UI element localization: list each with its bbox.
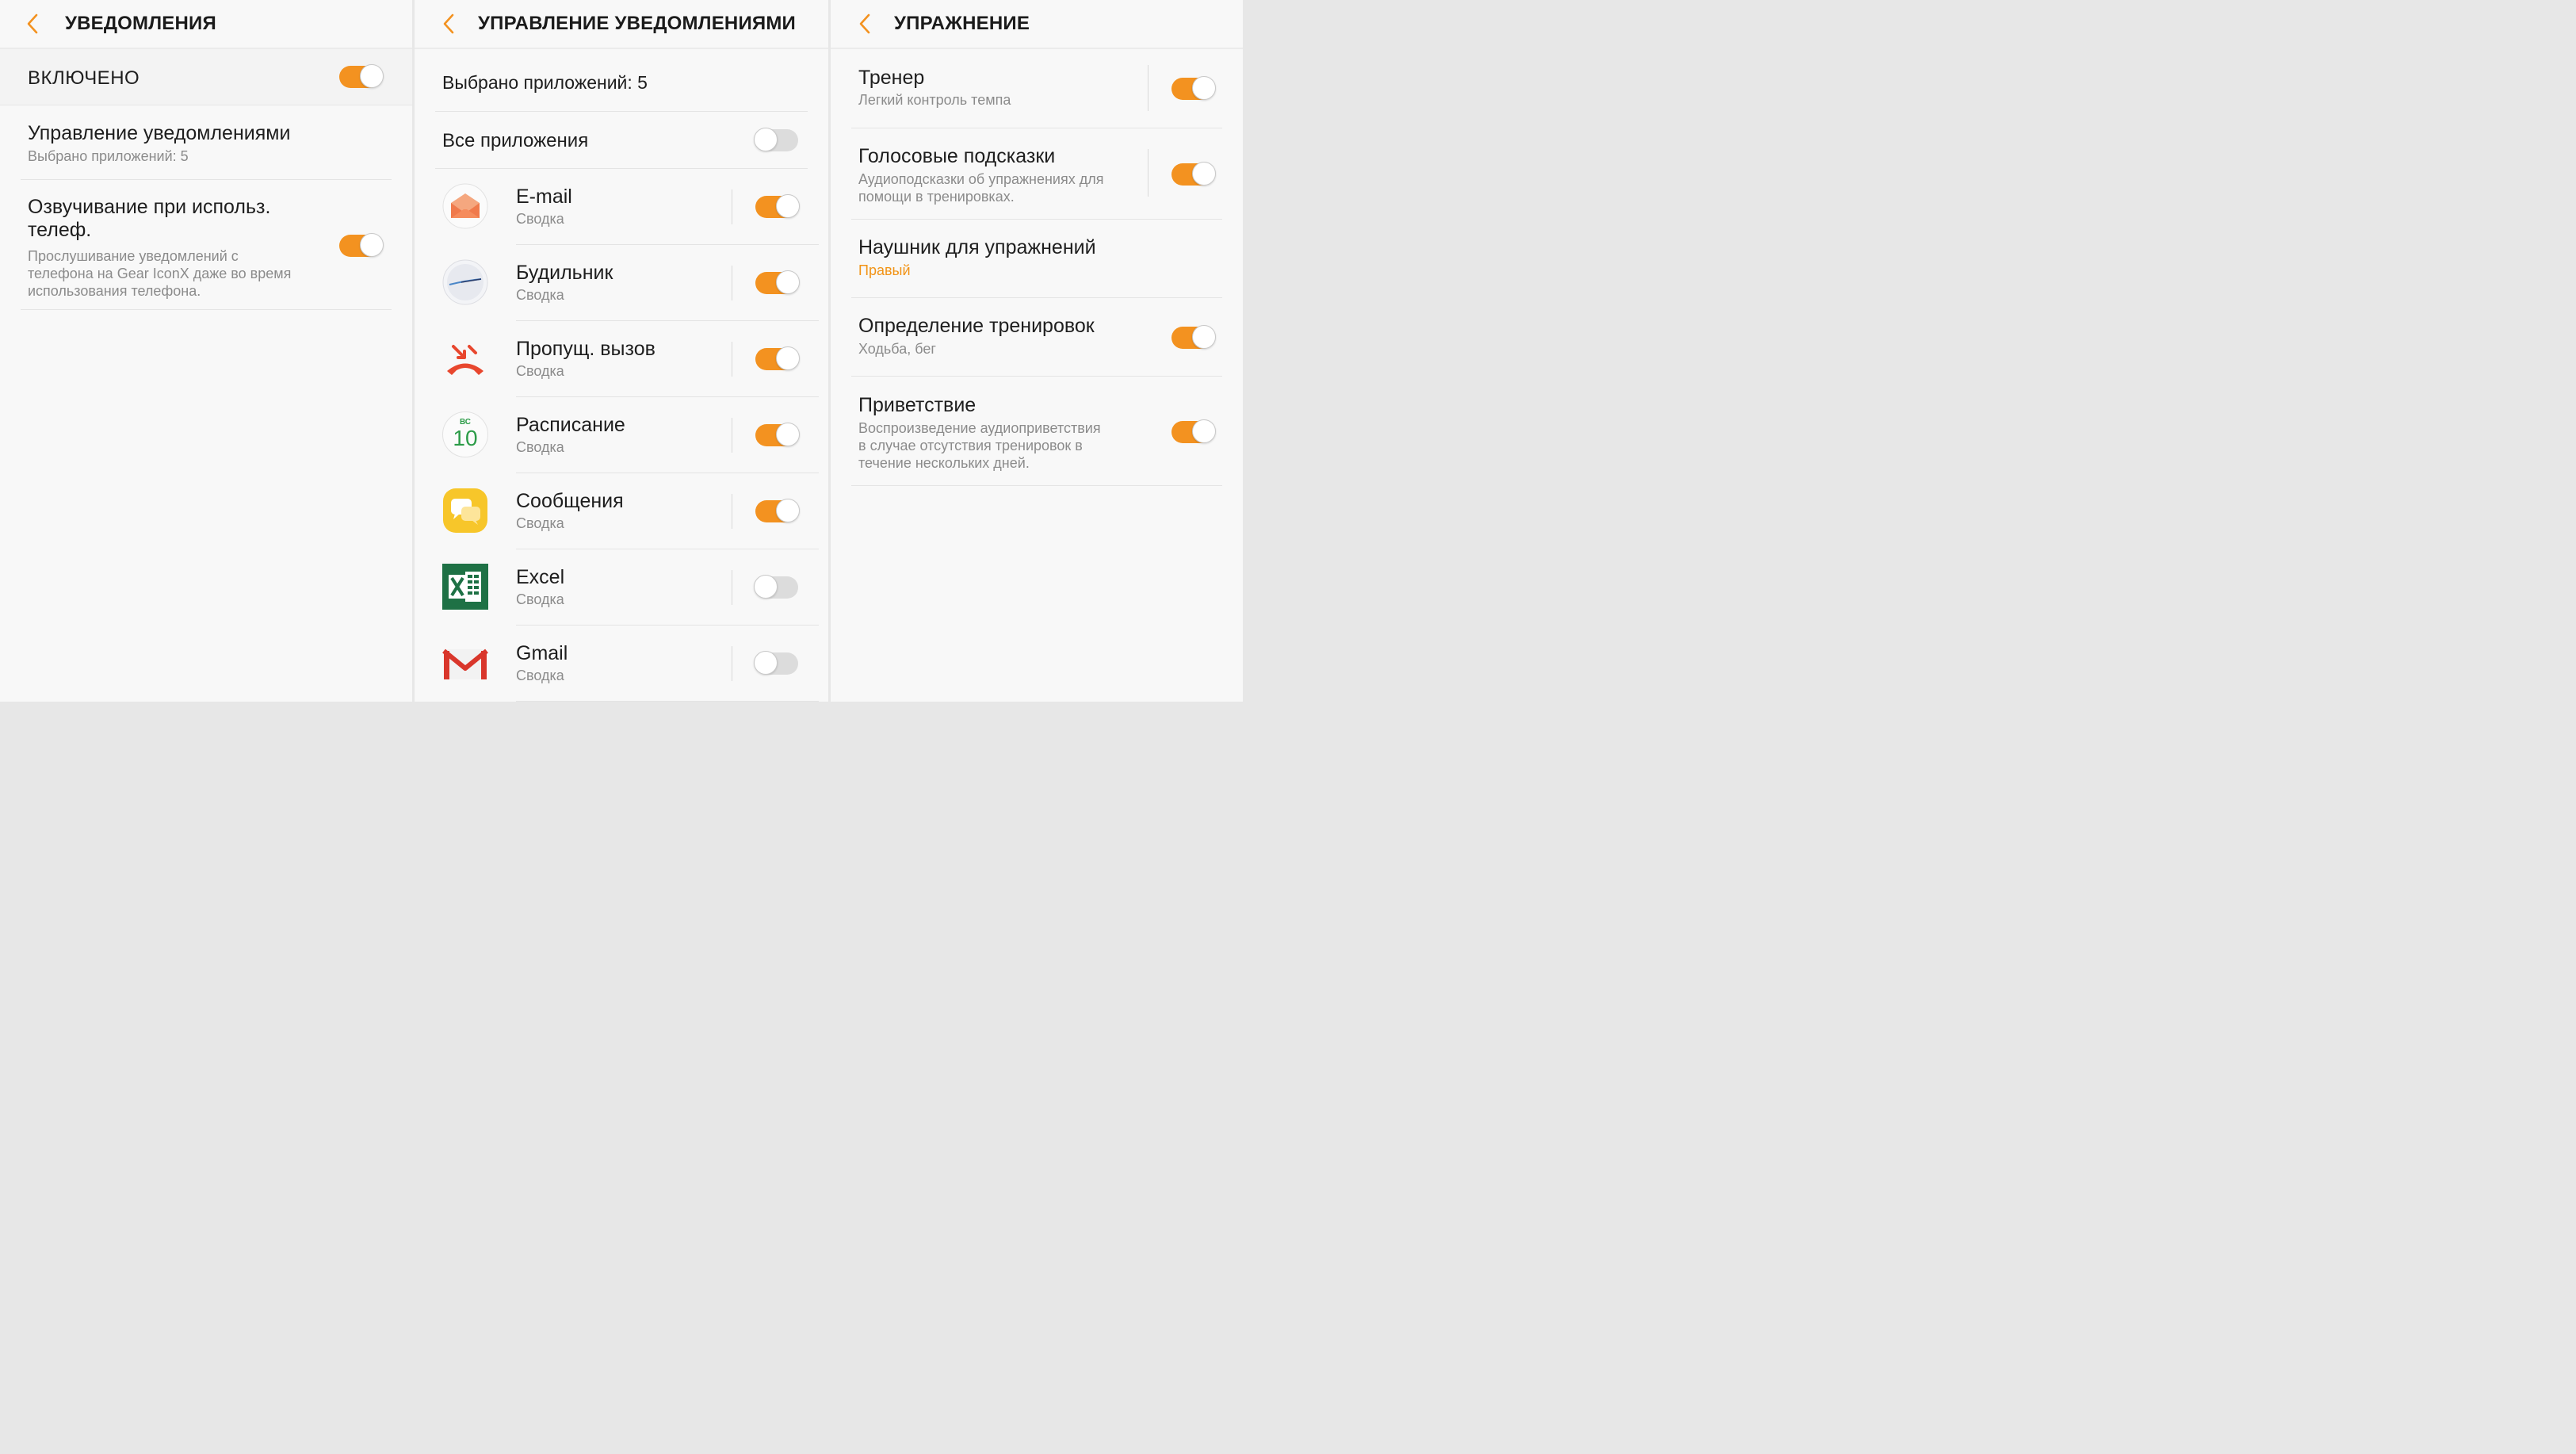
app-row-alarm[interactable]: Будильник Сводка	[415, 245, 828, 321]
app-bar: УПРАВЛЕНИЕ УВЕДОМЛЕНИЯМИ	[415, 0, 828, 49]
app-toggle-alarm[interactable]	[755, 270, 800, 294]
calendar-icon: ВС 10	[442, 411, 488, 457]
detect-subtitle: Ходьба, бег	[858, 341, 936, 357]
app-row-missed-call[interactable]: Пропущ. вызов Сводка	[415, 321, 828, 397]
voice-hints-item[interactable]: Голосовые подсказки Аудиоподсказки об уп…	[831, 129, 1243, 220]
app-toggle-calendar[interactable]	[755, 423, 800, 446]
voice-title: Голосовые подсказки	[858, 145, 1056, 167]
messages-icon	[442, 488, 488, 534]
app-name: Сообщения	[516, 490, 624, 512]
speak-title-line2: телеф.	[28, 219, 92, 241]
app-toggle-email[interactable]	[755, 194, 800, 218]
back-button[interactable]	[21, 13, 44, 34]
notifications-screen: УВЕДОМЛЕНИЯ ВКЛЮЧЕНО Управление уведомле…	[0, 0, 412, 702]
manage-notifications-title: Управление уведомлениями	[28, 122, 291, 144]
divider	[851, 219, 1222, 220]
selected-count: Выбрано приложений: 5	[442, 72, 648, 93]
chevron-left-icon	[859, 13, 870, 34]
manage-notifications-subtitle: Выбрано приложений: 5	[28, 148, 189, 164]
earbud-value: Правый	[858, 262, 911, 278]
app-subtitle: Сводка	[516, 211, 564, 227]
detect-toggle[interactable]	[1171, 325, 1216, 349]
manage-notifications-screen: УПРАВЛЕНИЕ УВЕДОМЛЕНИЯМИ Выбрано приложе…	[415, 0, 828, 702]
calendar-date: 10	[453, 426, 478, 450]
speak-title-line1: Озвучивание при использ.	[28, 196, 271, 218]
app-subtitle: Сводка	[516, 591, 564, 607]
alarm-icon	[442, 259, 488, 305]
coach-title: Тренер	[858, 67, 925, 89]
detect-title: Определение тренировок	[858, 315, 1095, 337]
master-toggle[interactable]	[339, 64, 384, 88]
divider	[851, 376, 1222, 377]
voice-desc-line2: помощи в тренировках.	[858, 189, 1015, 205]
app-row-excel[interactable]: Excel Сводка	[415, 549, 828, 626]
chevron-left-icon	[27, 13, 38, 34]
app-toggle-gmail[interactable]	[754, 651, 798, 675]
app-name: E-mail	[516, 186, 572, 208]
app-toggle-excel[interactable]	[754, 575, 798, 599]
app-toggle-missed-call[interactable]	[755, 346, 800, 370]
app-subtitle: Сводка	[516, 515, 564, 531]
coach-subtitle: Легкий контроль темпа	[858, 92, 1011, 108]
app-bar: УВЕДОМЛЕНИЯ	[0, 0, 412, 49]
divider	[851, 485, 1222, 486]
greeting-desc-line1: Воспроизведение аудиоприветствия	[858, 420, 1101, 436]
back-button[interactable]	[437, 13, 461, 34]
missed-call-icon	[442, 335, 488, 381]
app-row-calendar[interactable]: ВС 10 Расписание Сводка	[415, 397, 828, 473]
speak-desc-line2: телефона на Gear IconX даже во время	[28, 266, 292, 281]
app-bar: УПРАЖНЕНИЕ	[831, 0, 1243, 49]
app-subtitle: Сводка	[516, 668, 564, 683]
app-name: Gmail	[516, 642, 568, 664]
back-button[interactable]	[853, 13, 877, 34]
app-name: Расписание	[516, 414, 625, 436]
voice-toggle[interactable]	[1171, 162, 1216, 186]
email-icon	[442, 183, 488, 229]
gmail-icon	[442, 640, 488, 686]
app-name: Будильник	[516, 262, 613, 284]
manage-notifications-item[interactable]: Управление уведомлениями Выбрано приложе…	[0, 105, 412, 180]
greeting-toggle[interactable]	[1171, 419, 1216, 443]
workout-detection-item[interactable]: Определение тренировок Ходьба, бег	[831, 299, 1243, 377]
excel-icon	[442, 564, 488, 610]
app-subtitle: Сводка	[516, 287, 564, 303]
all-apps-label: Все приложения	[442, 130, 589, 151]
exercise-screen: УПРАЖНЕНИЕ Тренер Легкий контроль темпа …	[831, 0, 1243, 702]
coach-item[interactable]: Тренер Легкий контроль темпа	[831, 49, 1243, 128]
app-name: Excel	[516, 566, 565, 588]
all-apps-toggle[interactable]	[754, 128, 798, 151]
speak-desc-line3: использования телефона.	[28, 283, 201, 299]
app-row-messages[interactable]: Сообщения Сводка	[415, 473, 828, 549]
speak-desc-line1: Прослушивание уведомлений с	[28, 248, 239, 264]
greeting-desc-line2: в случае отсутствия тренировок в	[858, 438, 1083, 453]
app-row-email[interactable]: E-mail Сводка	[415, 169, 828, 245]
chevron-left-icon	[443, 13, 454, 34]
app-toggle-messages[interactable]	[755, 499, 800, 522]
divider	[516, 701, 819, 702]
greeting-desc-line3: течение нескольких дней.	[858, 455, 1030, 471]
greeting-item[interactable]: Приветствие Воспроизведение аудиоприветс…	[831, 377, 1243, 486]
coach-toggle[interactable]	[1171, 76, 1216, 100]
divider	[851, 297, 1222, 298]
greeting-title: Приветствие	[858, 394, 977, 416]
exercise-earbud-item[interactable]: Наушник для упражнений Правый	[831, 220, 1243, 298]
divider	[21, 309, 392, 310]
page-title: УПРАВЛЕНИЕ УВЕДОМЛЕНИЯМИ	[478, 13, 796, 34]
earbud-title: Наушник для упражнений	[858, 236, 1096, 258]
app-row-gmail[interactable]: Gmail Сводка	[415, 626, 828, 702]
app-name: Пропущ. вызов	[516, 338, 655, 360]
divider	[21, 179, 392, 180]
app-subtitle: Сводка	[516, 363, 564, 379]
speak-toggle[interactable]	[339, 233, 384, 257]
page-title: УПРАЖНЕНИЕ	[894, 13, 1030, 34]
speak-while-using-item[interactable]: Озвучивание при использ. телеф. Прослуши…	[0, 181, 412, 310]
all-apps-row[interactable]: Все приложения	[415, 112, 828, 168]
app-subtitle: Сводка	[516, 439, 564, 455]
master-switch-label: ВКЛЮЧЕНО	[28, 67, 140, 89]
page-title: УВЕДОМЛЕНИЯ	[65, 13, 216, 34]
master-switch-row[interactable]: ВКЛЮЧЕНО	[0, 49, 412, 105]
voice-desc-line1: Аудиоподсказки об упражнениях для	[858, 171, 1104, 187]
